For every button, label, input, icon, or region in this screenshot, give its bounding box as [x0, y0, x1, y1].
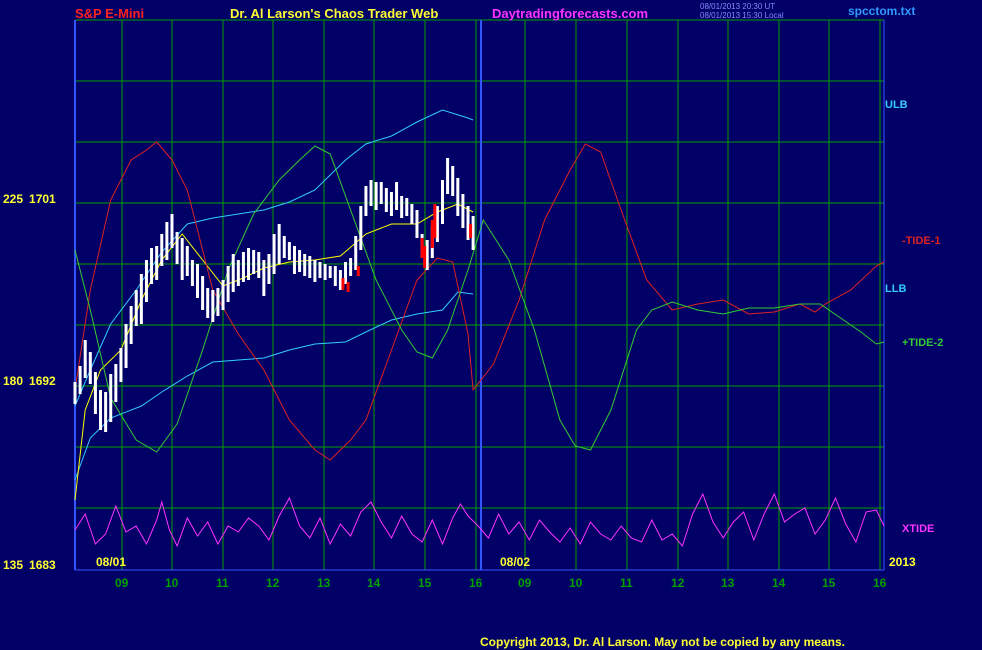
chart-canvas: 09 10 11 12 13 14 15 16 09 10 11 12 13 14 15 16 S&P E-M…	[0, 0, 982, 650]
label-llb: LLB	[885, 283, 906, 295]
x-tick-label: 11	[620, 576, 633, 590]
label-xtide: XTIDE	[902, 523, 934, 535]
x-tick-label: 16	[469, 576, 483, 590]
label-tide2: +TIDE-2	[902, 337, 943, 349]
author-title: Dr. Al Larson's Chaos Trader Web	[230, 6, 438, 21]
x-tick-label: 11	[216, 576, 229, 590]
copyright: Copyright 2013, Dr. Al Larson. May not b…	[480, 635, 845, 649]
site-link[interactable]: Daytradingforecasts.com	[492, 6, 648, 21]
y-label-180: 180 1692	[3, 374, 56, 388]
y-label-135: 135 1683	[3, 558, 56, 572]
x-tick-label: 15	[822, 576, 836, 590]
date-label-2: 08/02	[500, 555, 530, 569]
date-label-1: 08/01	[96, 555, 126, 569]
label-ulb: ULB	[885, 99, 908, 111]
x-tick-label: 09	[518, 576, 532, 590]
x-tick-label: 09	[115, 576, 129, 590]
year-label: 2013	[889, 555, 916, 569]
x-tick-label: 12	[266, 576, 280, 590]
x-tick-label: 12	[671, 576, 685, 590]
x-tick-label: 10	[569, 576, 583, 590]
timestamp-local: 08/01/2013 15:30 Local	[700, 11, 784, 20]
x-tick-label: 13	[721, 576, 735, 590]
label-tide1: -TIDE-1	[902, 235, 941, 247]
x-tick-label: 16	[873, 576, 887, 590]
x-tick-label: 10	[165, 576, 179, 590]
x-tick-label: 13	[317, 576, 331, 590]
x-tick-label: 14	[772, 576, 786, 590]
timestamp-ut: 08/01/2013 20:30 UT	[700, 2, 775, 11]
y-label-225: 225 1701	[3, 192, 56, 206]
instrument-title: S&P E-Mini	[75, 6, 144, 21]
x-tick-label: 15	[418, 576, 432, 590]
file-name: spcctom.txt	[848, 4, 915, 18]
x-tick-label: 14	[367, 576, 381, 590]
